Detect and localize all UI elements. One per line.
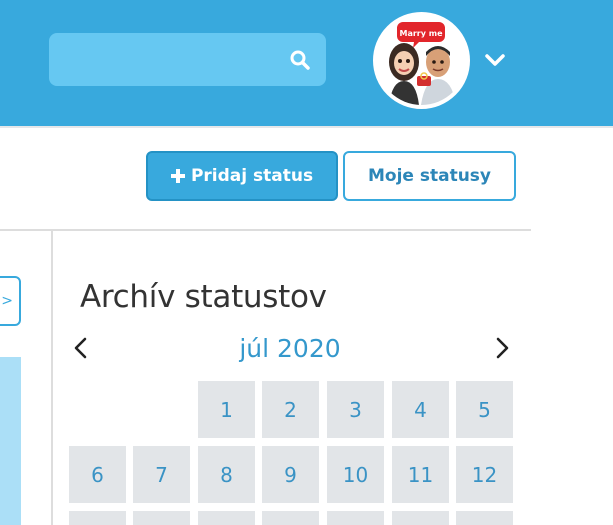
header-divider (0, 126, 613, 128)
calendar-day[interactable] (392, 511, 449, 525)
calendar-day[interactable]: 4 (392, 381, 449, 438)
calendar-day[interactable]: 5 (456, 381, 513, 438)
column-divider (51, 229, 53, 525)
calendar-day[interactable] (198, 511, 255, 525)
top-header: Marry me (0, 0, 613, 126)
calendar-day[interactable]: 9 (262, 446, 319, 503)
avatar-image: Marry me (377, 16, 466, 105)
my-statuses-button[interactable]: Moje statusy (343, 151, 516, 201)
calendar-day[interactable]: 10 (327, 446, 384, 503)
calendar-day[interactable] (456, 511, 513, 525)
calendar-day[interactable] (327, 511, 384, 525)
chevron-right-icon[interactable] (493, 336, 511, 360)
sidebar-toggle-button[interactable]: > (0, 276, 21, 326)
calendar-day[interactable]: 6 (69, 446, 126, 503)
side-panel (0, 357, 21, 525)
calendar-day[interactable] (133, 511, 190, 525)
calendar-day[interactable]: 8 (198, 446, 255, 503)
avatar[interactable]: Marry me (373, 12, 470, 109)
calendar-day[interactable]: 2 (262, 381, 319, 438)
calendar-day[interactable] (262, 511, 319, 525)
chevron-down-icon[interactable] (484, 52, 506, 68)
archive-title: Archív statustov (80, 279, 327, 315)
calendar-day[interactable]: 3 (327, 381, 384, 438)
calendar-day[interactable]: 1 (198, 381, 255, 438)
calendar-day[interactable] (69, 511, 126, 525)
chevron-left-icon[interactable] (72, 336, 90, 360)
calendar-day[interactable]: 12 (456, 446, 513, 503)
add-status-button[interactable]: Pridaj status (146, 151, 338, 201)
avatar-caption: Marry me (399, 29, 443, 38)
plus-icon (170, 169, 185, 183)
search-input[interactable] (49, 33, 326, 86)
calendar-day[interactable]: 7 (133, 446, 190, 503)
add-status-label: Pridaj status (190, 166, 314, 186)
content-divider (0, 229, 531, 231)
calendar-day[interactable]: 11 (392, 446, 449, 503)
my-statuses-label: Moje statusy (367, 166, 492, 186)
calendar-month-label: júl 2020 (239, 334, 341, 363)
search-icon[interactable] (290, 50, 310, 70)
sidebar-toggle-label: > (1, 293, 13, 309)
